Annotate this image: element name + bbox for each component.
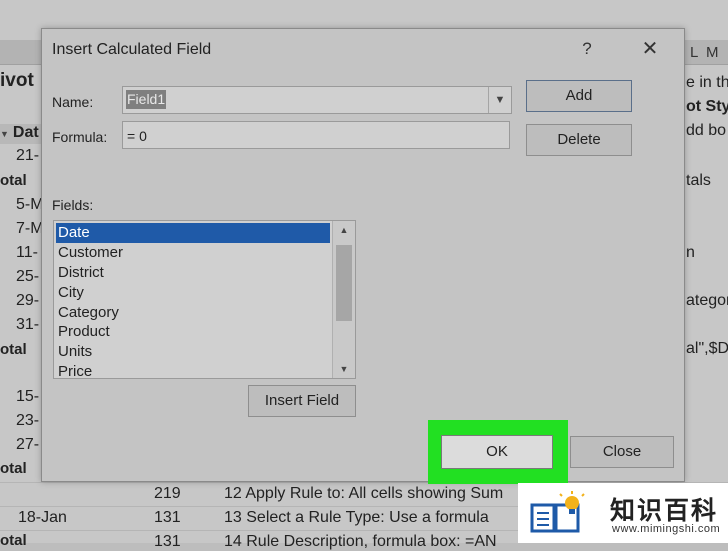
formula-label: Formula:	[52, 129, 108, 145]
column-header-l[interactable]: L	[690, 44, 698, 61]
cell[interactable]: 23-	[16, 412, 39, 430]
column-header-m[interactable]: M	[706, 44, 719, 61]
name-input-value[interactable]: Field1	[126, 90, 167, 109]
cell-text[interactable]: 13 Select a Rule Type: Use a formula	[224, 509, 489, 527]
scroll-up-icon[interactable]: ▲	[333, 221, 355, 239]
add-button[interactable]: Add	[526, 80, 632, 112]
field-item-price[interactable]: Price	[56, 362, 330, 377]
cell-total[interactable]: otal	[0, 341, 27, 358]
cell[interactable]: ot Sty	[686, 98, 728, 116]
field-item-product[interactable]: Product	[56, 322, 330, 342]
delete-button[interactable]: Delete	[526, 124, 632, 156]
scroll-down-icon[interactable]: ▼	[333, 360, 355, 378]
help-icon[interactable]: ?	[574, 35, 600, 63]
scroll-thumb[interactable]	[336, 245, 352, 321]
cell-total[interactable]: otal	[0, 532, 27, 549]
cell[interactable]: tals	[686, 172, 711, 190]
watermark-title: 知识百科	[610, 496, 719, 525]
insert-calculated-field-dialog: Insert Calculated Field ? ✕ Name: Field1…	[41, 28, 685, 482]
fields-scrollbar[interactable]: ▲ ▼	[332, 221, 355, 378]
fields-listbox[interactable]: Date Customer District City Category Pro…	[53, 220, 356, 379]
date-header-cell[interactable]: ▼ Dat	[0, 124, 44, 144]
sheet-title: ivot	[0, 70, 34, 91]
cell[interactable]: ategor	[686, 292, 728, 310]
cell[interactable]: 29-	[16, 292, 39, 310]
field-item-date[interactable]: Date	[56, 223, 330, 243]
cell-text[interactable]: 14 Rule Description, formula box: =AN	[224, 533, 497, 551]
name-combobox[interactable]: Field1 ▼	[122, 86, 512, 114]
cell[interactable]: 27-	[16, 436, 39, 454]
cell-value[interactable]: 131	[154, 509, 181, 527]
cell-total[interactable]: otal	[0, 460, 27, 477]
cell[interactable]: n	[686, 244, 695, 262]
field-item-units[interactable]: Units	[56, 342, 330, 362]
cell[interactable]: 11-	[16, 244, 38, 262]
cell[interactable]: dd bo	[686, 122, 726, 140]
field-item-district[interactable]: District	[56, 263, 330, 283]
fields-label: Fields:	[52, 197, 94, 213]
name-label: Name:	[52, 94, 94, 110]
close-button[interactable]: Close	[570, 436, 674, 468]
cell-text[interactable]: 12 Apply Rule to: All cells showing Sum	[224, 485, 503, 503]
cell[interactable]: 7-M	[16, 220, 44, 238]
formula-input[interactable]: = 0	[122, 121, 510, 149]
book-lightbulb-logo-icon	[530, 491, 585, 533]
close-icon[interactable]: ✕	[636, 35, 664, 63]
cell[interactable]: 31-	[16, 316, 39, 334]
cell-total[interactable]: otal	[0, 172, 27, 189]
chevron-down-icon[interactable]: ▼	[488, 87, 511, 113]
watermark: 知识百科 www.mimingshi.com	[518, 483, 728, 543]
cell-value[interactable]: 131	[154, 533, 181, 551]
cell[interactable]: 15-	[16, 388, 39, 406]
cell[interactable]: al",$D7	[686, 340, 728, 358]
cell-date[interactable]: 18-Jan	[18, 509, 67, 527]
dialog-title: Insert Calculated Field	[52, 41, 212, 58]
field-item-city[interactable]: City	[56, 283, 330, 303]
field-item-category[interactable]: Category	[56, 303, 330, 323]
ok-button[interactable]: OK	[441, 435, 553, 469]
watermark-url: www.mimingshi.com	[612, 523, 721, 535]
cell[interactable]: 5-M	[16, 196, 44, 214]
cell-value[interactable]: 219	[154, 485, 181, 503]
cell[interactable]: e in th	[686, 74, 728, 92]
cell[interactable]: 21-	[16, 147, 39, 165]
insert-field-button[interactable]: Insert Field	[248, 385, 356, 417]
cell[interactable]: 25-	[16, 268, 39, 286]
field-item-customer[interactable]: Customer	[56, 243, 330, 263]
